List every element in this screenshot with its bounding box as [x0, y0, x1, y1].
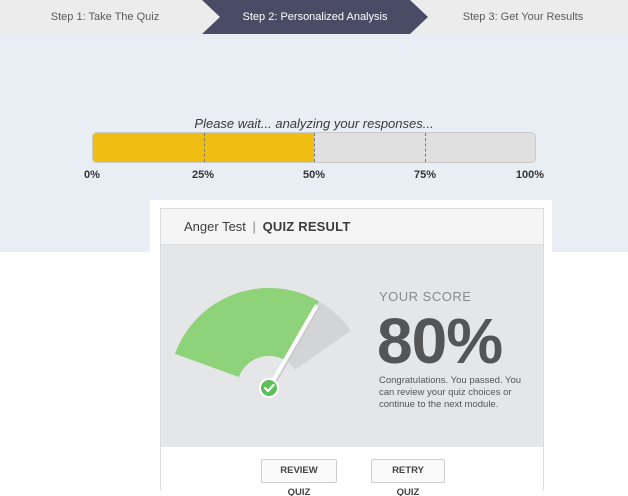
score-value: 80% [377, 305, 503, 377]
check-icon [259, 378, 279, 398]
retry-quiz-button[interactable]: RETRY QUIZ [371, 459, 445, 496]
quiz-result-card: Anger Test | QUIZ RESULT YOUR SCORE 80% … [160, 208, 544, 496]
card-footer: REVIEW QUIZ RETRY QUIZ [161, 447, 543, 496]
step-1-label: Step 1: Take The Quiz [50, 11, 160, 23]
score-caption: YOUR SCORE [379, 289, 472, 304]
progress-bar [92, 132, 536, 163]
progress-tick-50 [314, 133, 315, 162]
quiz-name: Anger Test [184, 219, 246, 234]
quiz-result-title: QUIZ RESULT [262, 219, 351, 234]
progress-label-0: 0% [84, 169, 100, 181]
progress-label-100: 100% [515, 169, 545, 181]
wait-message: Please wait... analyzing your responses.… [194, 116, 434, 131]
card-header: Anger Test | QUIZ RESULT [161, 209, 543, 245]
step-3[interactable]: Step 3: Get Your Results [418, 0, 628, 34]
card-body: YOUR SCORE 80% Congratulations. You pass… [161, 245, 543, 447]
step-3-label: Step 3: Get Your Results [462, 11, 584, 23]
review-quiz-button[interactable]: REVIEW QUIZ [261, 459, 337, 496]
step-2-active[interactable]: Step 2: Personalized Analysis [202, 0, 428, 34]
step-2-label: Step 2: Personalized Analysis [242, 11, 388, 23]
progress-label-50: 50% [302, 169, 326, 181]
score-message: Congratulations. You passed. You can rev… [379, 375, 522, 410]
progress-tick-25 [203, 133, 205, 162]
progress-label-25: 25% [191, 169, 215, 181]
step-1[interactable]: Step 1: Take The Quiz [0, 0, 210, 34]
progress-tick-75 [424, 133, 426, 162]
header-separator: | [252, 219, 256, 234]
score-gauge [175, 288, 351, 398]
progress-label-75: 75% [413, 169, 437, 181]
step-bar: Step 1: Take The Quiz Step 2: Personaliz… [0, 0, 628, 34]
